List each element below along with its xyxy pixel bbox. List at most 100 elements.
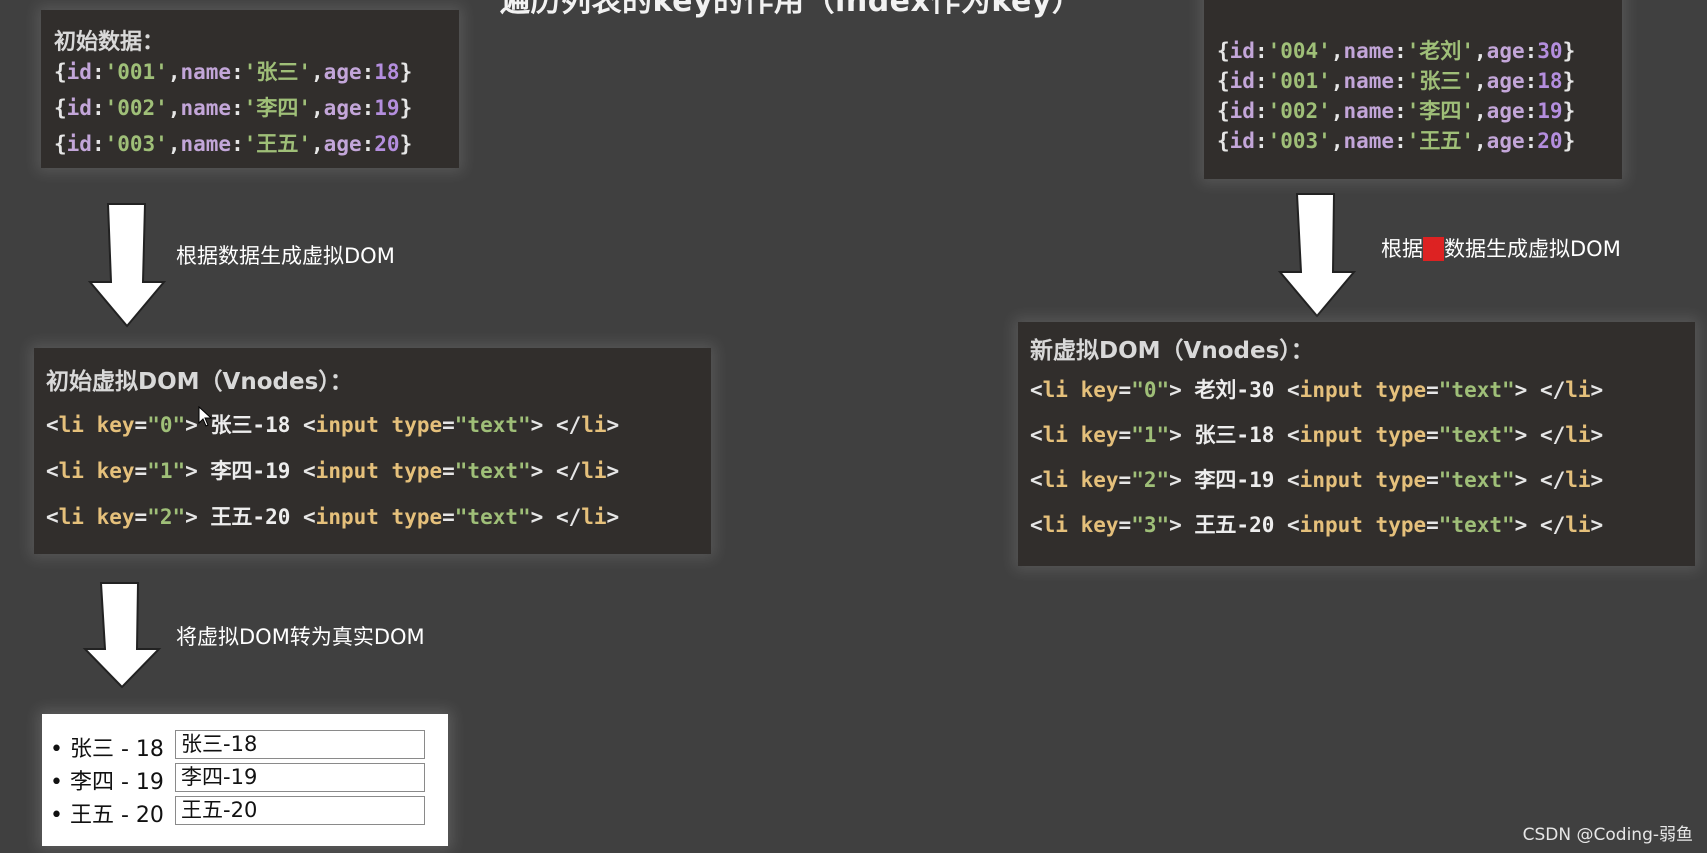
real-text-input[interactable]: 张三-18 [175,730,425,759]
brace: { [1217,69,1230,93]
type-attr: type [1375,513,1427,537]
brace: { [54,60,67,84]
real-list-item: • 张三 - 18 [50,737,164,762]
eq: = [1426,423,1439,447]
age-value: 30 [1537,39,1563,63]
age-value: 19 [374,96,400,120]
key-value: "2" [147,505,186,529]
key-value: "3" [1131,513,1170,537]
down-arrow-icon [1277,193,1357,318]
real-list-item: • 王五 - 20 [50,803,164,828]
initial-data-header: 初始数据： [54,30,165,55]
id-keyword: id [1229,99,1255,123]
type-attr: type [1375,468,1427,492]
name-keyword: name [1343,39,1395,63]
brace: { [54,96,67,120]
name-value: '王五' [1406,129,1475,153]
lt: < [46,459,59,483]
gt: > [1514,378,1540,402]
new-vdom-li: <li key="1"> 张三-18 <input type="text"> <… [1030,419,1603,449]
li-tag: li [58,459,84,483]
key-attr: key [1080,513,1119,537]
id-keyword: id [1229,129,1255,153]
lt: < [1030,378,1043,402]
age-keyword: age [1486,69,1525,93]
comma: , [1330,99,1344,123]
colon: : [1254,129,1268,153]
key-value: "2" [1131,468,1170,492]
li-tag: li [581,413,607,437]
colon: : [1394,129,1407,153]
id-keyword: id [66,96,92,120]
gt: > [530,505,556,529]
brace: } [1562,99,1576,123]
to-real-dom-label: 将虚拟DOM转为真实DOM [176,625,425,649]
new-vdom-header: 新虚拟DOM（Vnodes）： [1030,338,1314,364]
down-arrow-icon [87,203,167,328]
id-value: '002' [1267,99,1331,123]
name-value: '王五' [243,132,312,156]
colon: : [91,96,105,120]
input-tag: input [1299,378,1363,402]
item-text: 张三-18 [1194,423,1275,447]
li-tag: li [58,505,84,529]
li-tag: li [1565,468,1591,492]
sp [1363,468,1376,492]
li-tag: li [1042,468,1068,492]
new-data-row: {id:'003',name:'王五',age:20} [1217,125,1575,155]
mouse-cursor-icon [198,406,213,427]
lt: < [46,413,59,437]
initial-vdom-header: 初始虚拟DOM（Vnodes）： [46,369,353,395]
lt: < [46,505,59,529]
comma: , [311,96,324,120]
key-attr: key [1080,423,1119,447]
key-value: "0" [147,413,186,437]
input-tag: input [1299,513,1363,537]
age-value: 20 [374,132,400,156]
type-attr: type [391,413,443,437]
eq: = [1426,468,1439,492]
name-keyword: name [180,60,232,84]
key-attr: key [96,459,135,483]
comma: , [311,132,324,156]
brace: { [54,132,67,156]
initial-vdom-li: <li key="0"> 张三-18 <input type="text"> <… [46,409,619,439]
comma: , [311,60,324,84]
eq: = [134,505,148,529]
sp [84,413,97,437]
lt: < [290,413,316,437]
eq: = [1118,468,1132,492]
brace: } [1562,69,1576,93]
real-text-input[interactable]: 李四-19 [175,763,425,792]
comma: , [167,60,181,84]
brace: { [1217,129,1230,153]
item-text: 王五-20 [210,505,291,529]
gt: > [1514,468,1540,492]
colon: : [231,96,244,120]
key-attr: key [96,505,135,529]
gen-new-prefix: 根据 [1381,237,1423,261]
initial-data-row: {id:'003',name:'王五',age:20} [54,128,412,158]
lt: < [1030,423,1043,447]
real-text-input[interactable]: 王五-20 [175,796,425,825]
colon: : [91,60,105,84]
lt: </ [555,413,582,437]
name-keyword: name [180,96,232,120]
brace: { [1217,99,1230,123]
comma: , [167,132,181,156]
lt: < [290,505,316,529]
sp [1068,468,1081,492]
age-value: 18 [1537,69,1563,93]
real-list-item: • 李四 - 19 [50,770,164,795]
age-keyword: age [1486,99,1525,123]
sp [1068,423,1081,447]
type-value: "text" [1438,423,1515,447]
sp [379,459,392,483]
brace: } [1562,129,1576,153]
name-keyword: name [180,132,232,156]
gt: > [1590,513,1604,537]
key-value: "1" [1131,423,1170,447]
gt: > [1169,378,1195,402]
eq: = [1118,378,1132,402]
gt: > [606,505,620,529]
